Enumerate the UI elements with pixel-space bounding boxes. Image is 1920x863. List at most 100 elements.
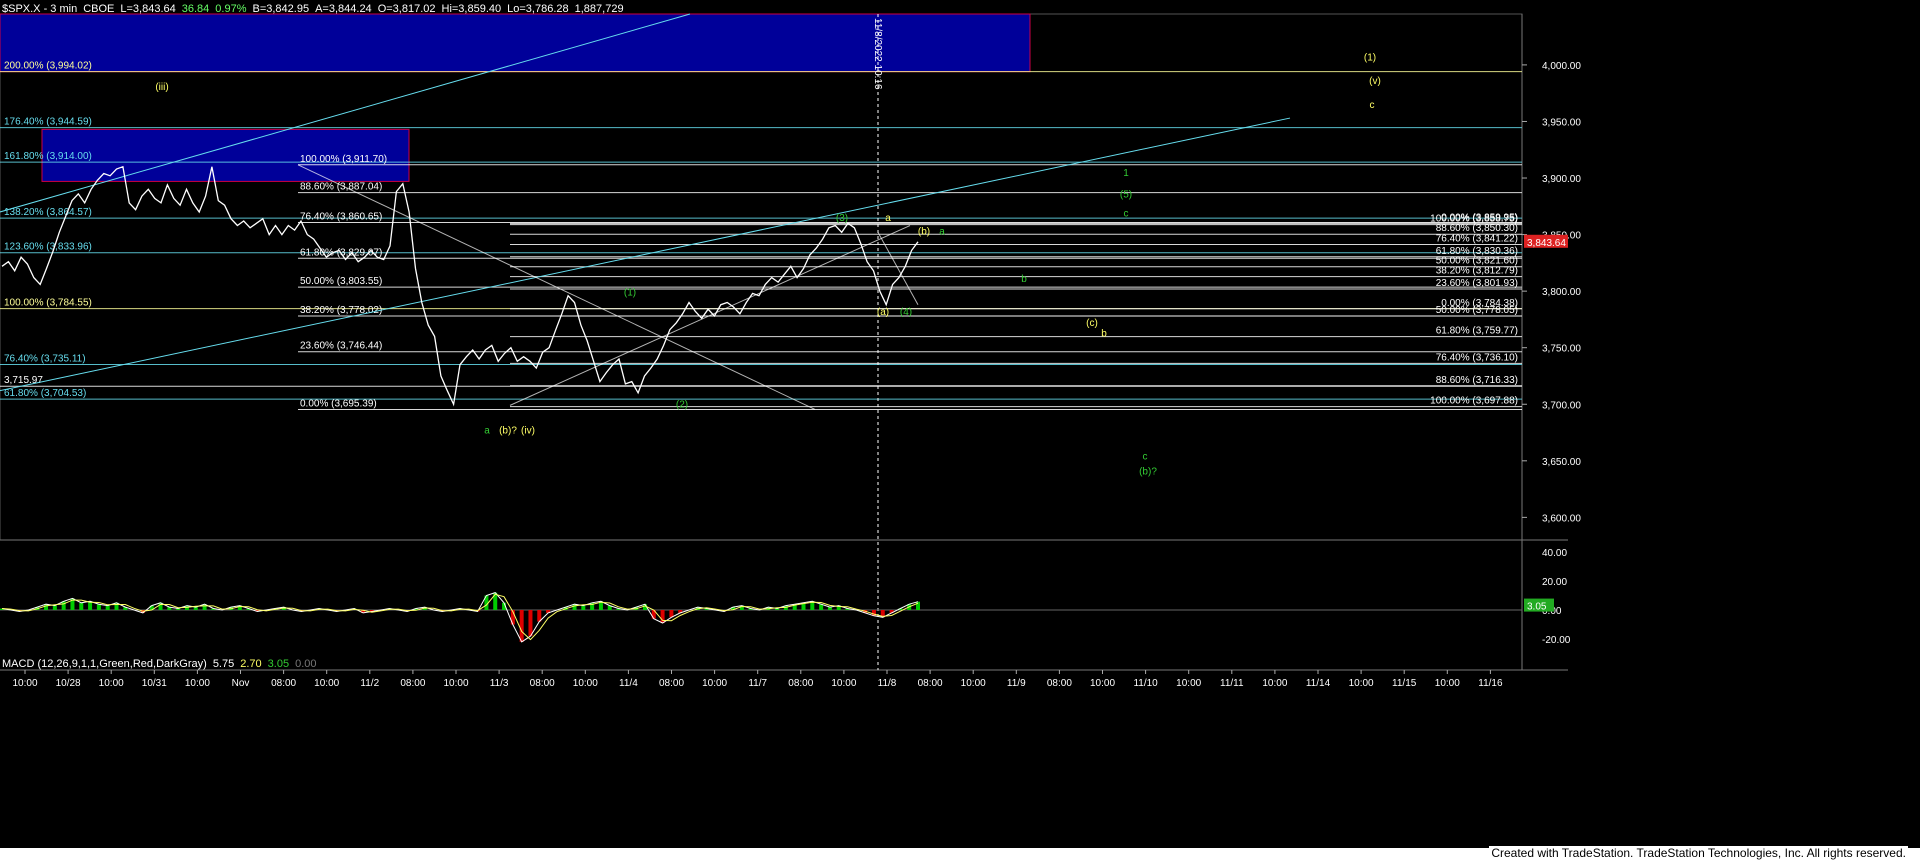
time-axis-label: 10:00: [99, 678, 124, 689]
credit-text: Created with TradeStation. TradeStation …: [1489, 846, 1908, 860]
wave-label: (3): [836, 213, 848, 224]
net-change: 36.84: [181, 3, 210, 15]
time-axis-label: 08:00: [788, 678, 813, 689]
macd-histogram-bar: [61, 601, 66, 610]
macd-value-3: 3.05: [267, 658, 290, 670]
wave-label: b: [1101, 328, 1107, 339]
last-price-tag: 3,843.64: [1527, 238, 1566, 249]
macd-axis-label: 20.00: [1542, 577, 1567, 588]
time-axis-label: 11/15: [1392, 678, 1417, 689]
wave-label: (iii): [155, 82, 168, 93]
percent-change: 0.97%: [215, 3, 247, 15]
macd-histogram-bar: [105, 605, 110, 610]
time-axis-label: 10/28: [56, 678, 81, 689]
time-axis-label: 10:00: [1435, 678, 1460, 689]
fib-level-label: 88.60% (3,887.04): [300, 182, 382, 193]
exchange-label: CBOE: [83, 3, 115, 15]
macd-histogram-bar: [519, 610, 524, 642]
time-axis-label: 10:00: [1262, 678, 1287, 689]
wave-label: (c): [1086, 318, 1098, 329]
price-series-line: [1, 165, 919, 407]
chart-window: 4,000.003,950.003,900.003,850.003,800.00…: [0, 0, 1920, 863]
time-axis-label: 10:00: [443, 678, 468, 689]
macd-histogram-bar: [528, 610, 533, 637]
volume: 1,887,729: [574, 3, 624, 15]
macd-histogram-bar: [52, 605, 57, 610]
macd-value-tag: 3.05: [1527, 602, 1547, 613]
fib-level-label: 76.40% (3,860.65): [300, 212, 382, 223]
wave-label: c: [1143, 452, 1148, 463]
time-axis-label: Nov: [232, 678, 250, 689]
macd-histogram-bar: [916, 601, 920, 610]
time-axis-label: 10:00: [702, 678, 727, 689]
fib-level-label: 38.20% (3,812.79): [1436, 266, 1518, 277]
time-axis-label: 08:00: [1047, 678, 1072, 689]
macd-histogram-bar: [660, 610, 665, 624]
fib-level-label: 50.00% (3,803.55): [300, 276, 382, 287]
macd-axis-label: 40.00: [1542, 548, 1567, 559]
wave-label: (iv): [521, 426, 535, 437]
time-axis-label: 10:00: [314, 678, 339, 689]
wave-label: (2): [676, 400, 688, 411]
price-axis-label: 3,900.00: [1542, 174, 1581, 185]
open-price: O=3,817.02: [377, 3, 436, 15]
trendline-short: [877, 232, 919, 305]
macd-value-1: 5.75: [212, 658, 235, 670]
macd-histogram-bar: [79, 602, 84, 610]
macd-value-2: 2.70: [240, 658, 262, 670]
macd-header: MACD (12,26,9,1,1,Green,Red,DarkGray) 5.…: [2, 658, 317, 670]
wave-label: (b): [918, 227, 930, 238]
fib-level-label: 61.80% (3,704.53): [4, 388, 86, 399]
time-axis-label: 10:00: [831, 678, 856, 689]
time-axis-label: 10:00: [573, 678, 598, 689]
time-axis-label: 10:00: [12, 678, 37, 689]
price-axis-label: 3,800.00: [1542, 287, 1581, 298]
price-axis-label: 3,600.00: [1542, 513, 1581, 524]
symbol-label[interactable]: $SPX.X - 3 min: [2, 3, 77, 17]
time-axis-label: 11/14: [1306, 678, 1331, 689]
fib-level-label: 123.60% (3,833.96): [4, 242, 92, 253]
fib-level-label: 88.60% (3,716.33): [1436, 375, 1518, 386]
time-axis-label: 10:00: [961, 678, 986, 689]
symbol-header: $SPX.X - 3 min CBOE L=3,843.64 36.84 0.9…: [2, 3, 624, 17]
time-axis-label: 11/16: [1478, 678, 1503, 689]
time-axis-label: 11/2: [360, 678, 379, 689]
time-axis-label: 08:00: [918, 678, 943, 689]
fib-level-label: 61.80% (3,759.77): [1436, 326, 1518, 337]
fib-level-label: 76.40% (3,736.10): [1436, 352, 1518, 363]
macd-value-4: 0.00: [295, 658, 317, 670]
fib-level-label: 3,715.97: [4, 375, 43, 386]
time-axis-label: 11/3: [490, 678, 509, 689]
time-axis-label: 10:00: [1349, 678, 1374, 689]
time-axis-label: 10:00: [185, 678, 210, 689]
fib-level-label: 76.40% (3,735.11): [4, 354, 86, 365]
last-price: L=3,843.64: [120, 3, 176, 15]
wave-label: (b)?: [499, 426, 517, 437]
fib-level-label: 0.00% (3,695.39): [300, 398, 377, 409]
price-axis-label: 3,750.00: [1542, 344, 1581, 355]
wave-label: b: [1021, 274, 1027, 285]
fib-level-label: 76.40% (3,841.22): [1436, 234, 1518, 245]
fib-level-label: 138.20% (3,864.57): [4, 207, 92, 218]
time-axis-label: 08:00: [400, 678, 425, 689]
wave-label: a: [885, 213, 891, 224]
time-axis-label: 10:00: [1176, 678, 1201, 689]
price-axis-label: 4,000.00: [1542, 61, 1581, 72]
time-axis-label: 11/7: [748, 678, 767, 689]
time-axis-label: 11/8: [878, 678, 897, 689]
fib-level-label: 100.00% (3,784.55): [4, 298, 92, 309]
price-chart[interactable]: 4,000.003,950.003,900.003,850.003,800.00…: [0, 0, 1920, 863]
macd-line: [1, 592, 919, 643]
fib-level-label: 200.00% (3,994.02): [4, 61, 92, 72]
time-axis-label: 08:00: [659, 678, 684, 689]
time-axis-label: 11/9: [1007, 678, 1026, 689]
wave-label: (v): [1369, 76, 1381, 87]
macd-label[interactable]: MACD (12,26,9,1,1,Green,Red,DarkGray): [2, 658, 207, 670]
wave-label: a: [939, 227, 945, 238]
wave-label: (1): [624, 288, 636, 299]
wave-label: (b)?: [1139, 466, 1157, 477]
bid-price: B=3,842.95: [252, 3, 310, 15]
time-axis-label: 08:00: [271, 678, 296, 689]
time-axis-label: 11/10: [1133, 678, 1158, 689]
wave-label: a: [484, 426, 490, 437]
